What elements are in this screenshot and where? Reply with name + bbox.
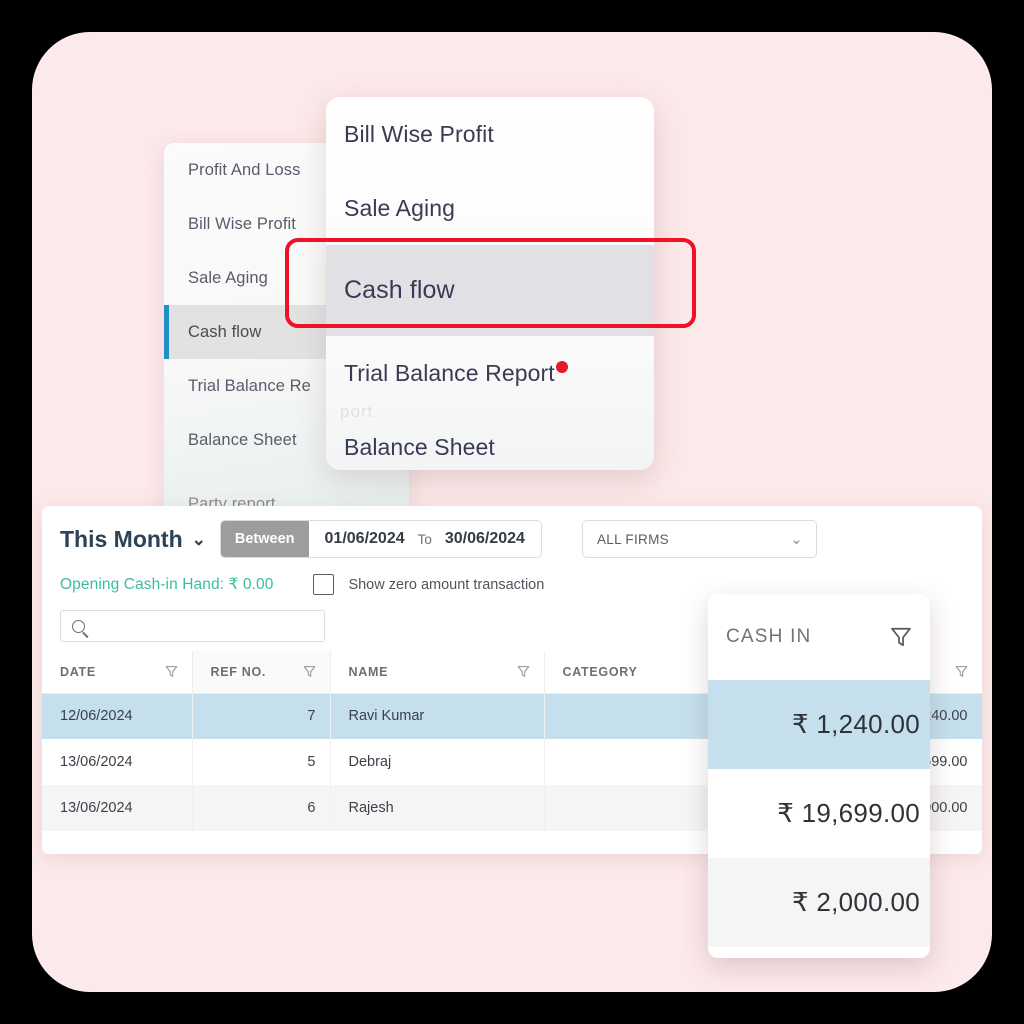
search-input[interactable]	[60, 610, 325, 642]
cash-in-value-row[interactable]: ₹ 1,240.00	[708, 680, 930, 769]
cell-ref: 6	[192, 785, 331, 831]
period-label: This Month	[60, 525, 183, 552]
menu-item-cash-flow[interactable]: Cash flow	[326, 245, 654, 336]
filter-icon[interactable]	[890, 626, 912, 648]
cell-date: 13/06/2024	[42, 739, 193, 785]
cell-ref: 7	[192, 693, 331, 739]
cash-in-label: CASH IN	[726, 626, 812, 647]
cash-in-value-row[interactable]: ₹ 2,000.00	[708, 858, 930, 947]
chevron-down-icon: ⌄	[191, 529, 206, 549]
cash-in-amount: ₹ 1,240.00	[792, 709, 920, 739]
filter-icon[interactable]	[165, 665, 178, 678]
sidebar-item-label: Balance Sheet	[188, 430, 297, 449]
sidebar-item-label: Cash flow	[188, 322, 262, 341]
new-badge-dot-icon	[555, 361, 568, 373]
menu-item-sale-aging[interactable]: Sale Aging	[326, 171, 654, 245]
filter-icon[interactable]	[517, 665, 530, 678]
cell-name: Debraj	[330, 739, 545, 785]
column-header-name[interactable]: NAME	[330, 651, 545, 694]
magnified-report-menu: Bill Wise Profit Sale Aging Cash flow Tr…	[326, 97, 654, 470]
menu-item-balance-sheet[interactable]: Balance Sheet	[326, 410, 654, 470]
date-values: 01/06/2024 To 30/06/2024	[309, 521, 541, 557]
cell-date: 13/06/2024	[42, 785, 193, 831]
filter-icon[interactable]	[303, 665, 316, 678]
date-to-label: To	[417, 531, 432, 547]
search-icon	[72, 619, 85, 633]
chevron-down-icon: ⌄	[790, 531, 803, 548]
report-summary-row: Opening Cash-in Hand: ₹ 0.00 Show zero a…	[42, 558, 982, 595]
column-header-ref-no[interactable]: REF NO.	[192, 651, 331, 694]
report-filter-row: This Month ⌄ Between 01/06/2024 To 30/06…	[42, 506, 982, 558]
magnified-cash-in-column: CASH IN ₹ 1,240.00 ₹ 19,699.00 ₹ 2,000.0…	[708, 594, 930, 958]
cash-in-header: CASH IN	[708, 594, 930, 680]
menu-item-label: Sale Aging	[344, 194, 455, 221]
column-label: NAME	[348, 664, 389, 679]
cash-in-value-row[interactable]: ₹ 19,699.00	[708, 769, 930, 858]
date-to-field[interactable]: 30/06/2024	[445, 530, 525, 548]
between-tag[interactable]: Between	[220, 521, 309, 557]
date-from-field[interactable]: 01/06/2024	[325, 530, 405, 548]
cell-ref: 5	[192, 739, 331, 785]
menu-item-label: Cash flow	[344, 276, 455, 304]
menu-item-bill-wise-profit[interactable]: Bill Wise Profit	[326, 97, 654, 171]
show-zero-toggle[interactable]: Show zero amount transaction	[313, 574, 544, 595]
cell-name: Ravi Kumar	[330, 693, 545, 739]
sidebar-item-label: Trial Balance Re	[188, 376, 311, 395]
menu-item-label: Balance Sheet	[344, 433, 495, 460]
cash-in-amount: ₹ 2,000.00	[792, 887, 920, 917]
column-label: DATE	[60, 664, 96, 679]
menu-item-label: Bill Wise Profit	[344, 120, 494, 147]
column-label: REF NO.	[210, 664, 267, 679]
column-header-date[interactable]: DATE	[42, 651, 193, 694]
firm-select-value: ALL FIRMS	[596, 531, 669, 547]
screenshot-stage: Profit And Loss Bill Wise Profit Sale Ag…	[0, 0, 1024, 1024]
cash-in-amount: ₹ 19,699.00	[777, 798, 920, 828]
sidebar-item-label: Bill Wise Profit	[188, 214, 296, 233]
cell-date: 12/06/2024	[42, 693, 193, 739]
sidebar-item-label: Sale Aging	[188, 268, 268, 287]
show-zero-label: Show zero amount transaction	[348, 576, 545, 593]
menu-item-label: Trial Balance Report	[344, 359, 555, 386]
menu-item-trial-balance-report[interactable]: Trial Balance Report port	[326, 336, 654, 421]
column-label: CATEGORY	[562, 664, 638, 679]
cell-name: Rajesh	[330, 785, 545, 831]
date-range-control[interactable]: Between 01/06/2024 To 30/06/2024	[219, 520, 542, 558]
firm-select[interactable]: ALL FIRMS ⌄	[581, 520, 817, 558]
period-selector[interactable]: This Month ⌄	[54, 526, 206, 553]
opening-cash-in-hand: Opening Cash-in Hand: ₹ 0.00	[60, 576, 274, 593]
show-zero-checkbox[interactable]	[313, 574, 335, 595]
filter-icon[interactable]	[955, 665, 968, 678]
sidebar-item-label: Profit And Loss	[188, 160, 301, 179]
